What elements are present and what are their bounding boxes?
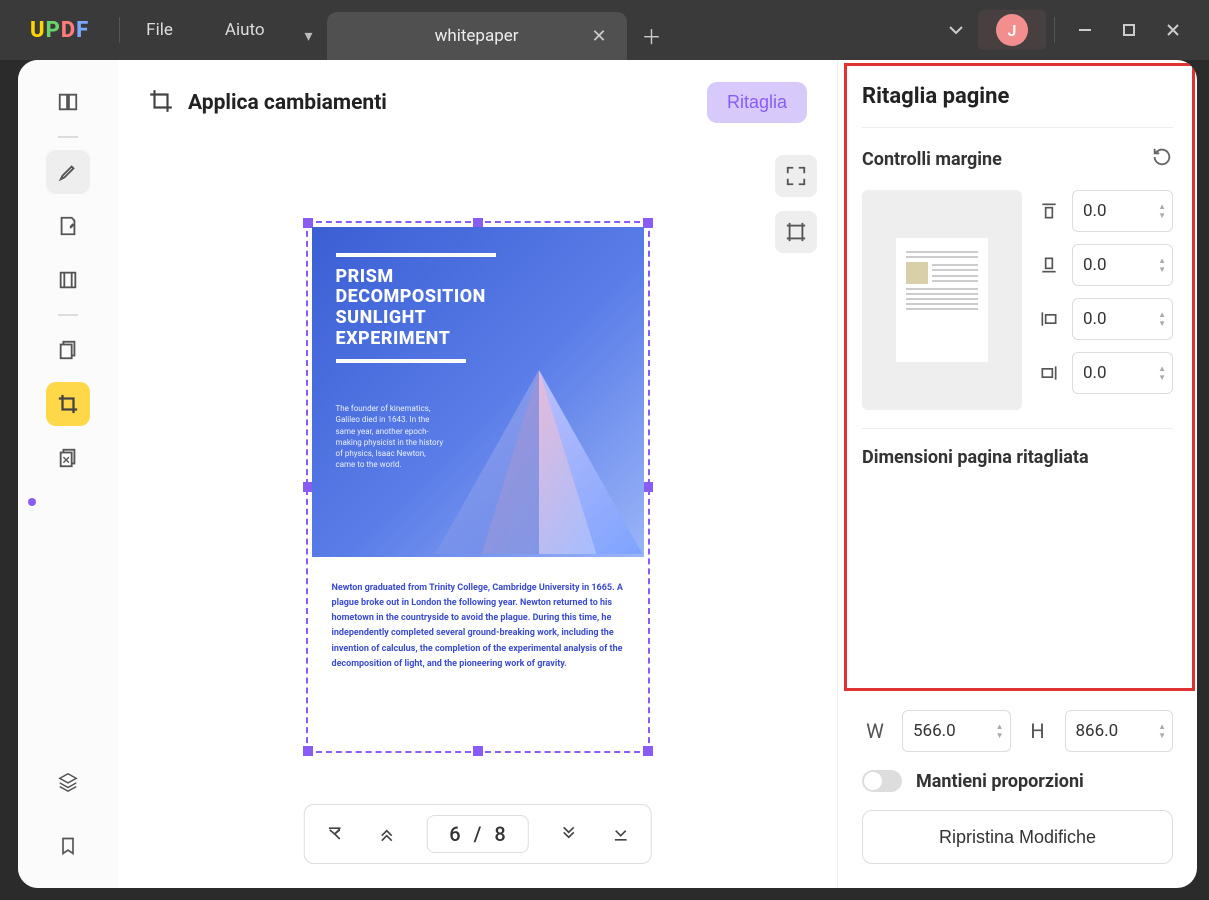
chevron-down-icon[interactable] [934,8,978,52]
keep-ratio-toggle[interactable] [862,770,902,792]
prev-page-icon[interactable] [374,822,398,846]
width-input[interactable]: 566.0 ▲▼ [902,710,1011,752]
stepper-icon[interactable]: ▲▼ [1158,722,1166,740]
first-page-icon[interactable] [322,822,346,846]
crop-handle-bl[interactable] [303,746,313,756]
sidebar-bookmark-icon[interactable] [46,824,90,868]
margin-left-icon [1036,309,1062,329]
main-area: Applica cambiamenti Ritaglia PRISM [118,60,837,888]
page-title: Applica cambiamenti [188,91,387,115]
user-avatar[interactable]: J [978,10,1046,50]
app-logo: UPDF [0,18,119,43]
close-window-icon[interactable] [1151,8,1195,52]
margin-preview [862,190,1022,410]
sidebar-copy-icon[interactable] [46,328,90,372]
active-indicator-dot [28,498,36,506]
sidebar-layers-icon[interactable] [46,760,90,804]
margin-right-icon [1036,363,1062,383]
pyramid-illustration [424,357,644,557]
keep-ratio-label: Mantieni proporzioni [916,771,1084,792]
crop-tool-icon [148,88,174,118]
fit-screen-icon[interactable] [775,155,817,197]
crop-panel: Ritaglia pagine Controlli margine [837,60,1197,888]
maximize-icon[interactable] [1107,8,1151,52]
canvas[interactable]: PRISM DECOMPOSITION SUNLIGHT EXPERIMENT … [118,145,837,888]
menu-help[interactable]: Aiuto [199,20,291,40]
sidebar-crop-icon[interactable] [46,382,90,426]
sidebar-pages-icon[interactable] [46,258,90,302]
toolbar: Applica cambiamenti Ritaglia [118,60,837,145]
workspace: Applica cambiamenti Ritaglia PRISM [18,60,1197,888]
document-page: PRISM DECOMPOSITION SUNLIGHT EXPERIMENT … [312,227,644,747]
crop-frame[interactable]: PRISM DECOMPOSITION SUNLIGHT EXPERIMENT … [306,221,650,753]
dimensions-heading: Dimensioni pagina ritagliata [862,447,1173,692]
crop-preset-icon[interactable] [775,211,817,253]
sidebar [18,60,118,888]
tab-dropdown[interactable]: ▾ [291,10,327,60]
sidebar-watermark-icon[interactable] [46,436,90,480]
reset-button[interactable]: Ripristina Modifiche [862,810,1173,864]
crop-handle-mr[interactable] [643,482,653,492]
stepper-icon[interactable]: ▲▼ [1158,202,1166,220]
stepper-icon[interactable]: ▲▼ [1158,310,1166,328]
margins-heading: Controlli margine [862,149,1151,170]
document-tab[interactable]: whitepaper ✕ [327,12,627,60]
last-page-icon[interactable] [609,822,633,846]
height-input[interactable]: 866.0 ▲▼ [1065,710,1174,752]
height-label: H [1025,719,1051,743]
panel-title: Ritaglia pagine [862,84,1173,109]
minimize-icon[interactable] [1063,8,1107,52]
page-indicator[interactable]: 6 / 8 [426,815,529,853]
stepper-icon[interactable]: ▲▼ [1158,364,1166,382]
sidebar-edit-icon[interactable] [46,204,90,248]
menu-file[interactable]: File [120,20,199,40]
titlebar: UPDF File Aiuto ▾ whitepaper ✕ ＋ J [0,0,1209,60]
margin-left-input[interactable]: 0.0 ▲▼ [1072,298,1173,340]
margin-bottom-icon [1036,255,1062,275]
sidebar-reader-icon[interactable] [46,80,90,124]
sidebar-highlighter-icon[interactable] [46,150,90,194]
stepper-icon[interactable]: ▲▼ [996,722,1004,740]
next-page-icon[interactable] [557,822,581,846]
pager: 6 / 8 [303,804,652,864]
width-label: W [862,719,888,743]
close-icon[interactable]: ✕ [591,26,606,47]
margin-top-icon [1036,201,1062,221]
tab-title: whitepaper [435,26,519,46]
crop-handle-br[interactable] [643,746,653,756]
stepper-icon[interactable]: ▲▼ [1158,256,1166,274]
reset-icon[interactable] [1151,146,1173,172]
margin-right-input[interactable]: 0.0 ▲▼ [1072,352,1173,394]
margin-top-input[interactable]: 0.0 ▲▼ [1072,190,1173,232]
new-tab-button[interactable]: ＋ [627,10,677,60]
crop-handle-bm[interactable] [473,746,483,756]
margin-bottom-input[interactable]: 0.0 ▲▼ [1072,244,1173,286]
crop-button[interactable]: Ritaglia [707,82,807,123]
crop-handle-tr[interactable] [643,218,653,228]
